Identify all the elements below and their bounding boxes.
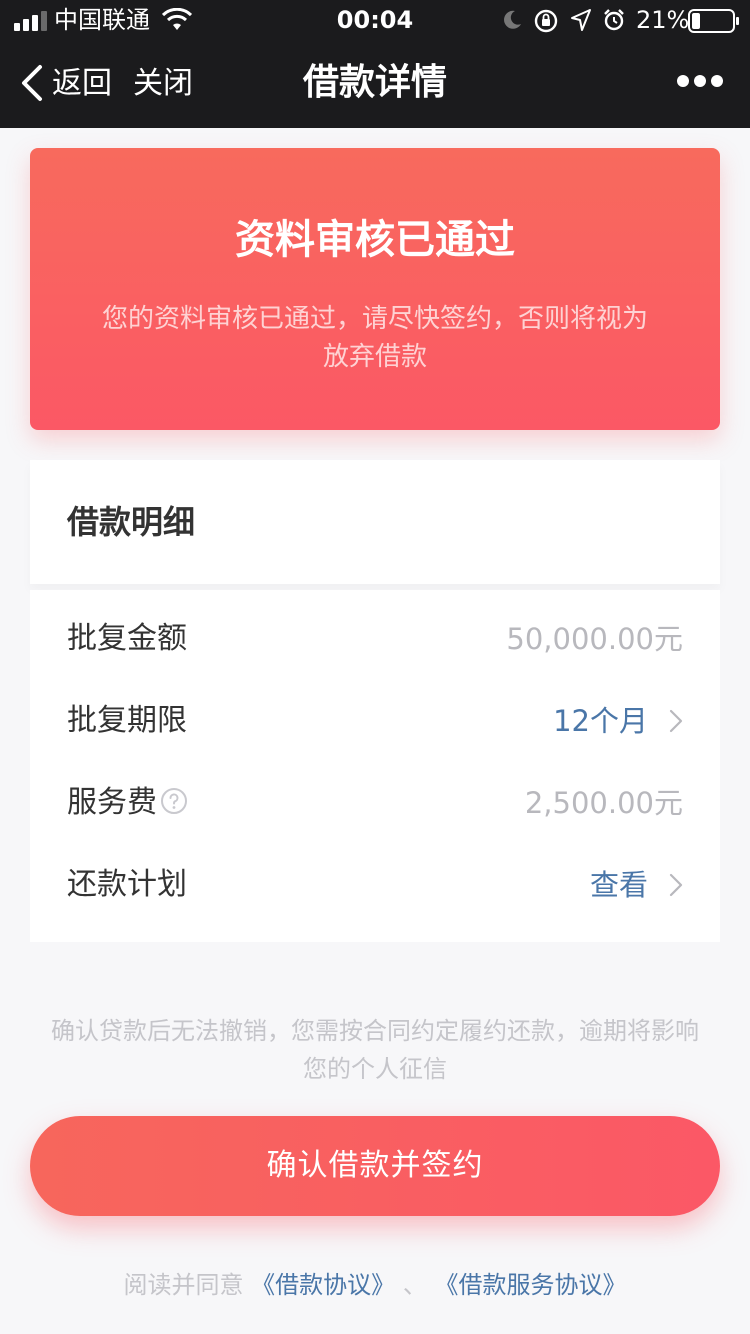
confirm-sign-button[interactable]: 确认借款并签约 [30, 1116, 720, 1216]
details-title: 借款明细 [67, 503, 196, 541]
approved-amount-value: 50,000.00元 [506, 622, 683, 656]
service-fee-value: 2,500.00元 [524, 786, 683, 820]
loan-agreement-link[interactable]: 《借款协议》 [251, 1271, 395, 1299]
more-icon[interactable] [676, 74, 724, 88]
row-approved-amount: 批复金额 50,000.00元 [30, 598, 720, 680]
banner-title: 资料审核已通过 [235, 217, 515, 263]
row-label: 服务费 [67, 785, 157, 820]
row-approved-term[interactable]: 批复期限 12个月 [30, 680, 720, 762]
details-header: 借款明细 [30, 460, 720, 584]
row-service-fee: 服务费 2,500.00元 [30, 762, 720, 844]
row-label: 批复金额 [67, 621, 187, 656]
row-label: 批复期限 [67, 703, 187, 738]
page-title: 借款详情 [302, 62, 447, 103]
status-bar: 中国联通 00:04 21% [0, 0, 750, 40]
approved-term-value[interactable]: 12个月 [553, 700, 648, 742]
credit-notice: 确认贷款后无法撤销，您需按合同约定履约还款，逾期将影响您的个人征信 [51, 1017, 699, 1083]
location-icon [571, 9, 591, 31]
loan-service-agreement-link[interactable]: 《借款服务协议》 [434, 1271, 626, 1299]
battery-icon [688, 9, 739, 33]
approval-banner: 资料审核已通过 您的资料审核已通过，请尽快签约，否则将视为放弃借款 [30, 148, 720, 430]
agreement-line: 阅读并同意 《借款协议》 、 《借款服务协议》 [0, 1268, 750, 1302]
rotation-lock-icon [534, 9, 558, 33]
banner-description: 您的资料审核已通过，请尽快签约，否则将视为放弃借款 [101, 304, 648, 372]
row-repayment-plan[interactable]: 还款计划 查看 [30, 844, 720, 926]
agreement-prefix: 阅读并同意 [123, 1271, 244, 1299]
agreement-separator: 、 [402, 1271, 427, 1299]
chevron-right-icon[interactable] [668, 872, 684, 898]
alarm-icon [604, 9, 624, 31]
moon-icon [504, 10, 521, 29]
chevron-right-icon[interactable] [668, 708, 684, 734]
repayment-plan-view-link[interactable]: 查看 [590, 864, 648, 906]
nav-bar: 返回 关闭 借款详情 [0, 40, 750, 128]
help-icon[interactable] [160, 787, 188, 815]
top-bar: 中国联通 00:04 21% 返回 关闭 借款详情 [0, 0, 750, 128]
row-label: 还款计划 [67, 867, 187, 902]
details-list: 批复金额 50,000.00元 批复期限 12个月 服务费 2,500.00元 … [30, 590, 720, 942]
battery-percent: 21% [636, 6, 690, 34]
